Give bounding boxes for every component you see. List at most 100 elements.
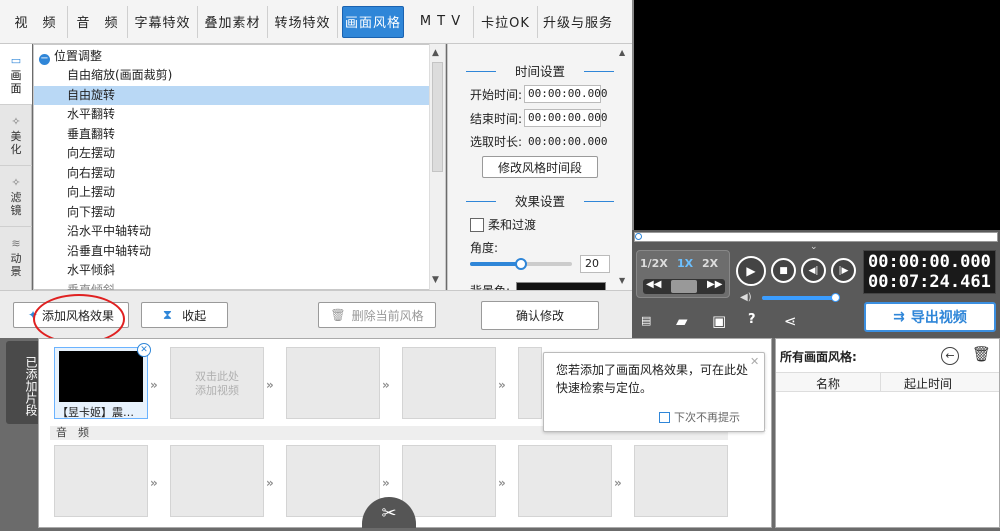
side-tab-picture[interactable]: ▭ 画 面 xyxy=(0,44,32,105)
list-item[interactable]: 垂直翻转 xyxy=(34,125,430,144)
speed-1x[interactable]: 1X xyxy=(677,257,693,270)
tab-transition[interactable]: 转场特效 xyxy=(268,5,338,38)
close-icon[interactable]: ✕ xyxy=(750,355,759,368)
list-item[interactable]: 向上摆动 xyxy=(34,183,430,202)
collapse-button[interactable]: ⧗ 收起 xyxy=(141,302,228,328)
tab-picture-style[interactable]: 画面风格 xyxy=(342,5,404,38)
volume-slider[interactable] xyxy=(762,293,841,302)
tab-video[interactable]: 视 频 xyxy=(4,5,68,38)
locate-icon[interactable]: ← xyxy=(941,347,959,365)
time-settings-title: 时间设置 xyxy=(466,61,614,80)
chevron-right-icon: » xyxy=(266,476,274,490)
list-item[interactable]: 自由缩放(画面裁剪) xyxy=(34,66,430,85)
angle-slider-knob[interactable] xyxy=(515,258,527,270)
modify-time-button[interactable]: 修改风格时间段 xyxy=(482,156,598,178)
video-preview xyxy=(632,0,1000,230)
rewind-icon[interactable]: ◀◀ xyxy=(646,279,661,290)
side-tab-beautify[interactable]: ✧ 美 化 xyxy=(0,105,32,166)
tab-upgrade[interactable]: 升级与服务 xyxy=(538,6,618,38)
list-item[interactable]: 向下摆动 xyxy=(34,203,430,222)
start-time-row: 开始时间: 00:00:00.000 xyxy=(470,85,608,103)
folder-icon[interactable]: ▰ xyxy=(676,312,688,330)
list-item-selected[interactable]: 自由旋转 xyxy=(34,85,430,105)
duration-label: 选取时长: xyxy=(470,135,523,149)
save-icon[interactable]: ▣ xyxy=(712,312,726,330)
audio-clip-slot[interactable] xyxy=(402,445,496,517)
speed-2x[interactable]: 2X xyxy=(702,257,718,270)
jog-shuttle[interactable]: ◀◀ ▶▶ xyxy=(643,279,725,294)
tab-mtv[interactable]: M T V xyxy=(408,5,474,38)
end-time-field[interactable]: 00:00:00.000 xyxy=(524,109,608,127)
bg-color-row: 背景色: xyxy=(470,282,607,290)
tab-overlay[interactable]: 叠加素材 xyxy=(198,5,268,38)
chevron-down-icon[interactable]: ⌄ xyxy=(810,242,818,252)
list-item[interactable]: 向左摆动 xyxy=(34,144,430,163)
list-item[interactable]: 垂直倾斜 xyxy=(34,281,430,290)
group-label: 位置调整 xyxy=(54,49,103,63)
delete-style-button[interactable]: 🗑 删除当前风格 xyxy=(318,302,436,328)
settings-scrollbar[interactable]: ▲ ▼ xyxy=(618,46,631,288)
timeline-side-label: 已添加片段 xyxy=(6,341,38,424)
settings-panel: 时间设置 开始时间: 00:00:00.000 结束时间: 00:00:00.0… xyxy=(447,44,632,290)
scroll-down-icon[interactable]: ▼ xyxy=(619,276,625,285)
bg-color-swatch[interactable] xyxy=(516,282,607,290)
new-icon[interactable]: ▤ xyxy=(641,314,651,327)
chevron-right-icon: » xyxy=(498,378,506,392)
seek-bar[interactable] xyxy=(634,232,998,242)
empty-clip-slot[interactable] xyxy=(518,347,542,419)
trash-icon[interactable]: 🗑 xyxy=(972,345,991,363)
end-time-label: 结束时间: xyxy=(470,111,523,126)
col-divider xyxy=(880,373,881,391)
side-tab-filter[interactable]: ✧ 滤 镜 xyxy=(0,166,32,227)
angle-slider[interactable] xyxy=(470,258,572,270)
empty-clip-slot[interactable] xyxy=(286,347,380,419)
stop-icon[interactable]: ■ xyxy=(771,258,796,283)
help-icon[interactable]: ? xyxy=(748,312,756,327)
fast-forward-icon[interactable]: ▶▶ xyxy=(707,279,722,290)
all-styles-panel: 所有画面风格: ← 🗑 名称 起止时间 xyxy=(775,338,1000,528)
angle-label: 角度: xyxy=(470,241,499,255)
expand-arrow-icon[interactable]: › xyxy=(764,424,768,437)
scroll-down-icon[interactable]: ▼ xyxy=(432,275,439,285)
empty-clip-slot[interactable] xyxy=(402,347,496,419)
no-remind-checkbox[interactable] xyxy=(659,411,670,423)
scroll-up-icon[interactable]: ▲ xyxy=(432,48,439,58)
export-video-button[interactable]: ⇉ 导出视频 xyxy=(864,302,996,332)
list-item[interactable]: 沿垂直中轴转动 xyxy=(34,242,430,261)
scroll-up-icon[interactable]: ▲ xyxy=(619,48,625,57)
styles-table-header: 名称 起止时间 xyxy=(776,372,999,392)
list-item[interactable]: 沿水平中轴转动 xyxy=(34,222,430,241)
list-scrollbar[interactable]: ▲ ▼ xyxy=(429,44,445,290)
audio-clip-slot[interactable] xyxy=(54,445,148,517)
tab-subtitle[interactable]: 字幕特效 xyxy=(128,5,198,38)
audio-clip-slot[interactable] xyxy=(170,445,264,517)
clip-name: 【昱卡姬】震… xyxy=(57,406,134,419)
angle-input[interactable]: 20 xyxy=(580,255,610,273)
start-time-field[interactable]: 00:00:00.000 xyxy=(524,85,608,103)
play-icon[interactable]: ▶ xyxy=(736,256,766,286)
side-tab-motion[interactable]: ≋ 动 景 xyxy=(0,227,32,288)
audio-clip-slot[interactable] xyxy=(286,445,380,517)
remove-clip-icon[interactable]: ✕ xyxy=(137,343,151,357)
seek-knob[interactable] xyxy=(635,233,642,240)
speed-half[interactable]: 1/2X xyxy=(640,257,668,270)
audio-clip-slot[interactable] xyxy=(634,445,728,517)
scroll-thumb[interactable] xyxy=(432,62,443,172)
tooltip-text: 您若添加了画面风格效果，可在此处快速检索与定位。 xyxy=(556,363,749,395)
list-item[interactable]: 水平倾斜 xyxy=(34,261,430,280)
confirm-modify-button[interactable]: 确认修改 xyxy=(481,301,599,330)
jog-knob[interactable] xyxy=(671,280,697,293)
video-clip[interactable]: 【昱卡姬】震… ✕ xyxy=(54,343,151,419)
share-icon[interactable]: ⋖ xyxy=(784,312,797,330)
smooth-checkbox[interactable] xyxy=(470,217,484,232)
list-item[interactable]: 向右摆动 xyxy=(34,164,430,183)
tab-audio[interactable]: 音 频 xyxy=(68,5,128,38)
effect-settings-title: 效果设置 xyxy=(466,191,614,210)
volume-icon[interactable]: ◀) xyxy=(740,292,752,303)
list-group-header[interactable]: − 位置调整 xyxy=(34,47,430,66)
tab-karaoke[interactable]: 卡拉OK xyxy=(474,5,538,38)
prev-frame-icon[interactable]: ◀| xyxy=(801,258,826,283)
next-frame-icon[interactable]: |▶ xyxy=(831,258,856,283)
audio-clip-slot[interactable] xyxy=(518,445,612,517)
list-item[interactable]: 水平翻转 xyxy=(34,105,430,124)
